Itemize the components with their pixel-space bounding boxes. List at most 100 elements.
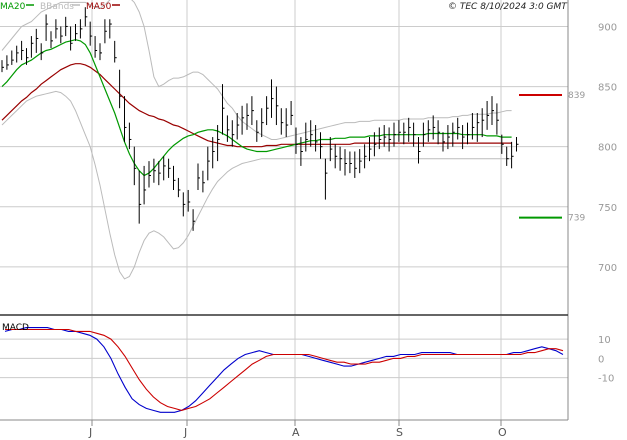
price-bar [231,120,235,147]
stock-chart: 900 850 800 750 700 10 0 -10 J J A S O 839 739 MA20 BBan… [0,0,617,439]
price-bar [486,100,490,130]
price-bar [124,96,127,142]
level-label: 739 [568,214,585,224]
price-bar [158,161,161,186]
legend-label: BBands [40,2,74,12]
price-bar [222,84,225,135]
price-bar [119,69,122,109]
price-bar [324,158,328,200]
price-bar [50,31,53,49]
price-bar [506,146,509,166]
price-bar [462,125,465,150]
price-bar [511,141,514,169]
y-tick-label: 850 [598,83,617,94]
price-bar [300,137,303,166]
x-month-label: A [292,426,300,439]
price-bar [202,170,205,193]
labels-group: 900 850 800 750 700 10 0 -10 J J A S O 839 739 MA20 BBan… [0,2,617,439]
price-bar [21,40,24,61]
price-bar [138,170,142,224]
price-bar [339,146,343,171]
price-bar [70,26,73,51]
x-month-label: J [88,426,92,439]
price-bar [192,209,196,231]
price-bar [427,120,431,142]
price-bar [310,120,313,147]
price-bar [467,122,470,145]
price-bar [280,108,284,135]
price-bar [491,96,494,126]
price-bar [45,14,49,41]
price-bar [476,113,480,142]
price-bar [471,113,475,140]
price-bar [271,79,274,118]
price-bar [403,122,406,145]
price-bar [35,28,39,53]
y-tick-label: 800 [598,143,617,154]
price-bar [432,115,436,140]
price-bar [285,108,289,138]
chart-stage: 900 850 800 750 700 10 0 -10 J J A S O 839 739 MA20 BBan… [0,0,627,440]
price-bar [369,137,372,162]
levels-group [519,93,562,219]
macd-line [4,327,564,413]
price-bar [168,158,171,178]
price-bar [177,177,181,198]
x-month-label: S [396,426,403,439]
price-bar [266,96,269,126]
price-bar [60,26,63,44]
legend-label: MA50 [86,2,112,12]
price-bar [275,86,279,126]
price-bar [349,151,352,174]
price-bar [295,127,298,154]
y-tick-label: 700 [598,263,617,274]
gridlines [0,0,568,420]
macd-title: MACD [2,323,29,333]
price-bar [109,19,112,39]
x-month-label: J [183,426,187,439]
price-bar [398,120,401,142]
price-bar [55,19,58,39]
price-bar [437,120,441,145]
price-bar [408,117,411,142]
price-bar [516,137,519,152]
price-bar [364,144,367,169]
price-bar [457,117,460,140]
price-bar [481,108,485,138]
price-bar [447,125,450,150]
price-bar [182,192,186,217]
price-bar [320,132,323,159]
price-bar [359,149,362,174]
price-bar [378,127,382,150]
price-bar [79,19,83,39]
legend-label: MA20 [0,2,26,12]
price-bar [143,165,147,205]
copyright-stamp: © TEC 8/10/2024 3:0 GMT [448,2,568,12]
macd-signal-line [5,328,564,411]
price-bar [207,146,210,181]
price-bar [388,127,392,152]
macd-y-tick-label: 0 [598,354,604,365]
price-bar [94,36,98,58]
price-bar [104,19,107,44]
price-bar [241,105,245,135]
macd-group [4,327,564,413]
price-bar [1,60,4,73]
y-tick-label: 750 [598,203,617,214]
macd-y-tick-label: 10 [598,335,611,346]
bband-lower-line [1,90,512,280]
price-bar [148,161,151,188]
price-bar [187,189,191,212]
price-bar [128,122,132,150]
moving-averages-group [1,39,512,177]
price-bar [197,163,200,190]
price-bar [442,132,445,152]
price-bar [163,156,166,181]
macd-y-tick-label: -10 [598,374,614,385]
price-bar [496,103,499,135]
price-bar [354,151,357,178]
price-bar [418,137,421,164]
price-bar [65,16,68,37]
price-bar [11,50,14,65]
price-bar [251,96,254,126]
